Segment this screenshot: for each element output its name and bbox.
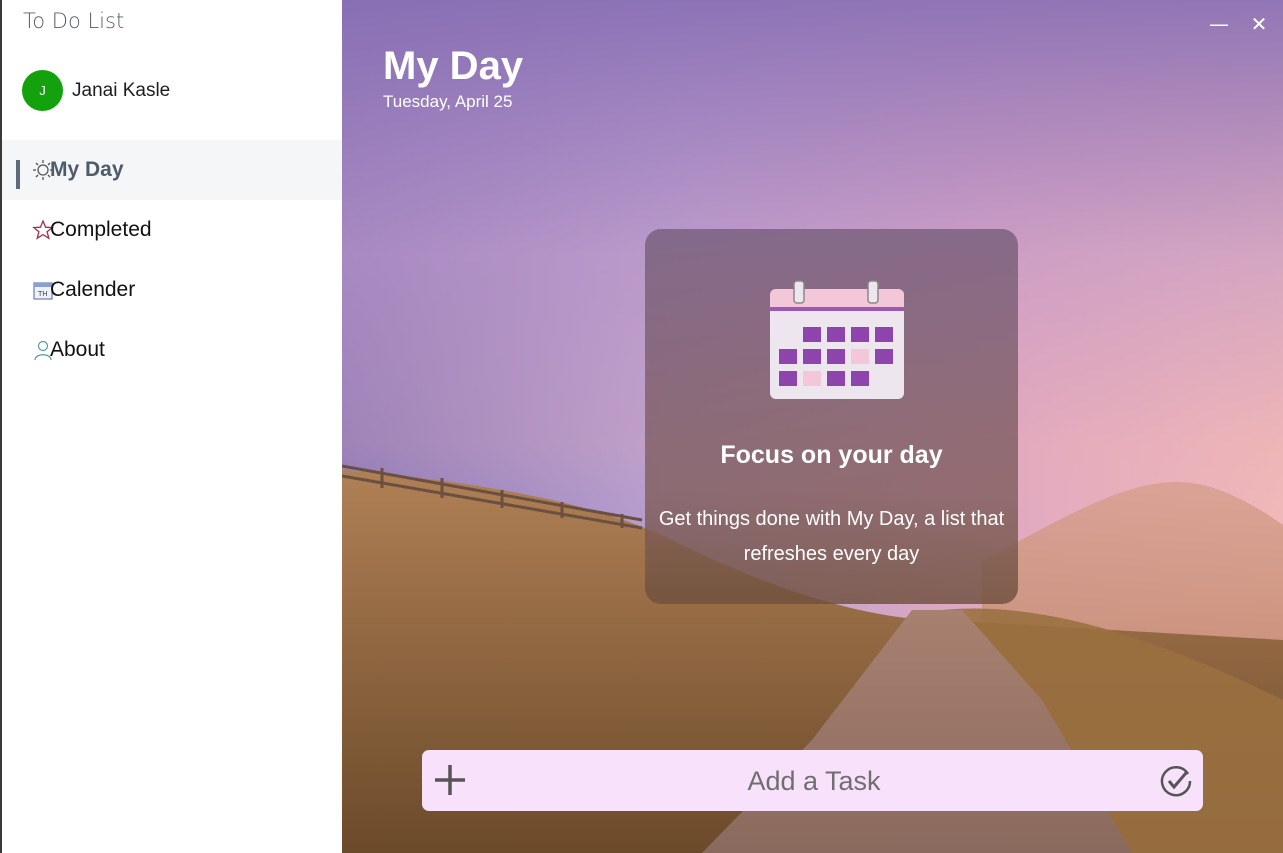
avatar: J [22, 70, 63, 111]
sidebar-item-about[interactable]: About [2, 320, 344, 380]
main-panel: — ✕ My Day Tuesday, April 25 Focus on yo… [342, 0, 1283, 853]
sidebar: To Do List J Janai Kasle My Day Complete… [0, 0, 344, 853]
user-name: Janai Kasle [72, 79, 171, 101]
sidebar-item-label: Completed [50, 218, 152, 241]
page-title: My Day [383, 44, 524, 88]
check-circle-icon[interactable] [1159, 764, 1193, 798]
calendar-icon [770, 280, 904, 399]
page-date: Tuesday, April 25 [383, 92, 513, 111]
sidebar-item-calender[interactable]: TH Calender [2, 260, 344, 320]
card-description: Get things done with My Day, a list that… [658, 508, 1005, 565]
sidebar-item-label: About [50, 338, 105, 361]
add-task-input[interactable] [482, 750, 1146, 813]
app-title: To Do List [23, 9, 125, 33]
window-controls: — ✕ [1209, 12, 1269, 36]
sidebar-item-label: Calender [50, 278, 136, 301]
sidebar-item-label: My Day [50, 158, 124, 181]
sidebar-item-my-day[interactable]: My Day [2, 140, 344, 200]
focus-card: Focus on your day Get things done with M… [645, 229, 1018, 604]
close-button[interactable]: ✕ [1249, 12, 1269, 36]
card-title: Focus on your day [720, 441, 943, 469]
user-profile[interactable]: J Janai Kasle [22, 70, 170, 111]
minimize-button[interactable]: — [1209, 12, 1229, 36]
add-task-bar [422, 750, 1203, 813]
sidebar-item-completed[interactable]: Completed [2, 200, 344, 260]
svg-text:TH: TH [37, 290, 48, 298]
plus-icon[interactable] [432, 762, 468, 798]
sidebar-nav: My Day Completed TH Calender About [2, 140, 344, 380]
